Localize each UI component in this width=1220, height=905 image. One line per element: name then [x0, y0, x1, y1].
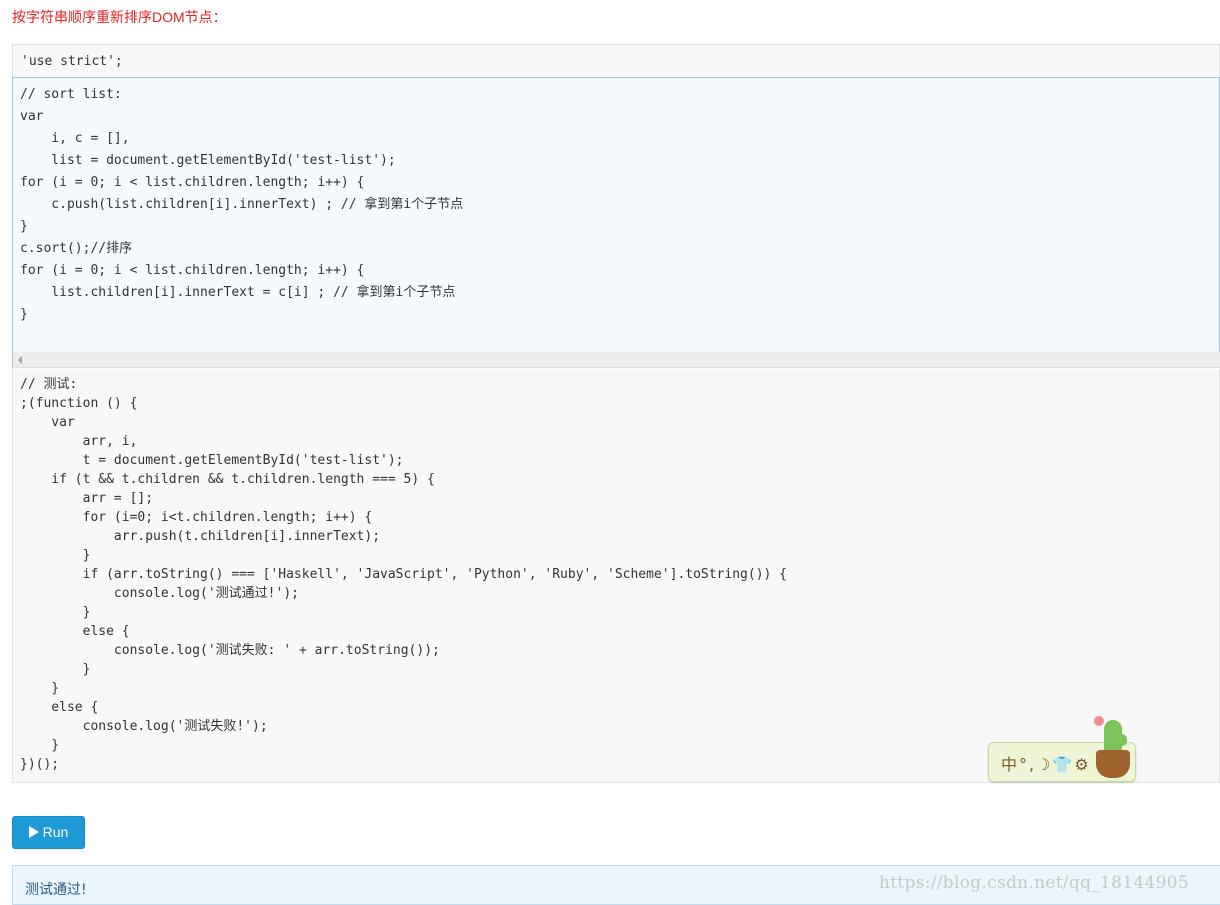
code-editor[interactable]: // sort list: var i, c = [], list = docu…: [12, 78, 1220, 353]
editor-horizontal-scrollbar[interactable]: [12, 352, 1220, 368]
ime-toolbar[interactable]: 中°,☽👕⚙: [986, 712, 1138, 786]
cactus-arm-icon: [1117, 734, 1127, 746]
flower-pot-icon: [1096, 750, 1130, 778]
run-button-label: Run: [42, 824, 69, 840]
run-button[interactable]: Run: [12, 816, 85, 849]
ime-toolbar-icons[interactable]: 中°,☽👕⚙: [1001, 751, 1091, 775]
code-strict-line: 'use strict';: [12, 44, 1220, 78]
play-icon: [28, 826, 39, 838]
output-text: 测试通过!: [25, 882, 87, 898]
scroll-left-arrow-icon[interactable]: [18, 356, 22, 364]
watermark: https://blog.csdn.net/qq_18144905: [879, 873, 1189, 893]
flower-icon: [1094, 716, 1104, 726]
section-heading: 按字符串顺序重新排序DOM节点：: [12, 9, 227, 25]
